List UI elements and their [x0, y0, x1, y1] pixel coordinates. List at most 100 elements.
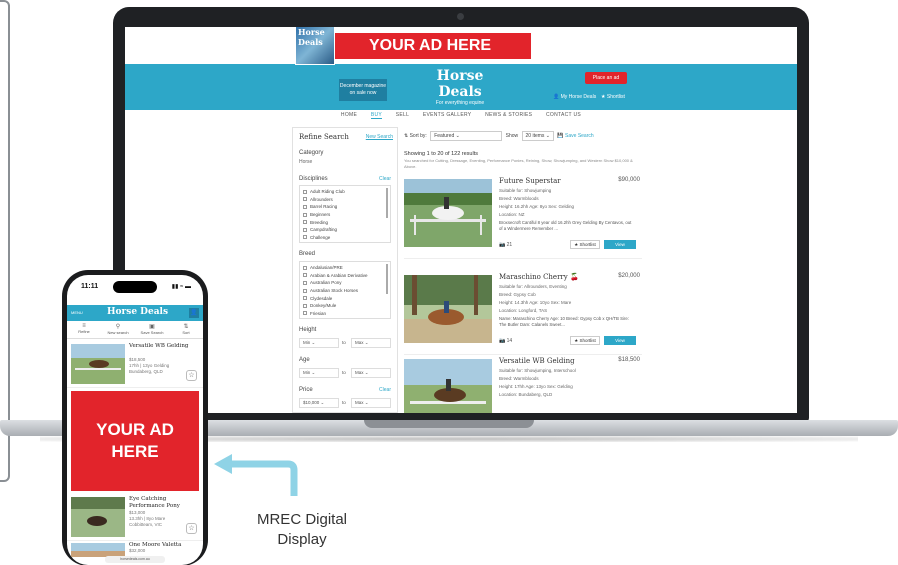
- height-range: Min ⌄ to Max ⌄: [299, 338, 393, 348]
- price-range: $10,000 ⌄ to Max ⌄: [299, 398, 393, 408]
- listing-description: Broxsecroft Cantiful 8 year old 16.2hh G…: [499, 220, 632, 231]
- height-min-value: Min: [303, 340, 311, 345]
- nav-home[interactable]: HOME: [341, 112, 357, 118]
- listing-stats: Height: 17hh Age: 13yo Sex: Gelding: [499, 384, 573, 389]
- discipline-checkbox[interactable]: Challenge: [303, 234, 387, 242]
- listing-photo[interactable]: [404, 179, 492, 247]
- sort-button[interactable]: ⇅ Sort: [169, 321, 203, 338]
- site-logo[interactable]: Horse Deals For everything equine: [415, 68, 505, 106]
- sort-value: Featured: [434, 133, 455, 139]
- mobile-listing[interactable]: Versatile WB Gelding $18,500 17hh | 13yo…: [67, 340, 203, 388]
- price-clear-link[interactable]: Clear: [379, 387, 391, 393]
- price-min-value: $10,000: [303, 400, 320, 405]
- magazine-banner[interactable]: December magazine on sale now: [339, 79, 387, 101]
- mobile-listing-price: $32,000: [129, 548, 146, 553]
- photo-count-value: 21: [506, 242, 513, 248]
- discipline-checkbox[interactable]: Allrounders: [303, 196, 387, 204]
- discipline-checkbox[interactable]: Breeding: [303, 218, 387, 226]
- my-horse-deals-link[interactable]: 👤 My Horse Deals: [553, 94, 596, 100]
- breed-label: Breed: [299, 251, 316, 257]
- listing-view-button[interactable]: View: [604, 240, 636, 249]
- breed-checkbox[interactable]: Australian Stock Horses: [303, 287, 387, 295]
- breed-checkbox[interactable]: Australian Pony: [303, 279, 387, 287]
- listing-shortlist-button[interactable]: ★ Shortlist: [570, 240, 600, 249]
- category-value[interactable]: Horse: [299, 159, 312, 165]
- sort-select[interactable]: Featured ⌄: [430, 131, 503, 141]
- disciplines-list[interactable]: Adult Riding Club Allrounders Barrel Rac…: [299, 185, 391, 243]
- url-bar[interactable]: horsedeals.com.au: [105, 556, 165, 563]
- mobile-listing-title[interactable]: Versatile WB Gelding: [129, 343, 189, 350]
- pointer-arrow-icon: [214, 454, 298, 496]
- listing-card[interactable]: Future Superstar $90,000 Suitable for: S…: [404, 173, 642, 259]
- height-min-select[interactable]: Min ⌄: [299, 338, 339, 348]
- nav-events-gallery[interactable]: EVENTS GALLERY: [423, 112, 472, 118]
- magazine-cover[interactable]: Horse Deals: [295, 27, 335, 65]
- price-min-select[interactable]: $10,000 ⌄: [299, 398, 339, 408]
- save-search-link[interactable]: 💾 Save Search: [557, 133, 593, 139]
- breed-checkbox[interactable]: Donkey/Mule: [303, 302, 387, 310]
- age-max-select[interactable]: Max ⌄: [351, 368, 391, 378]
- listing-title[interactable]: Maraschino Cherry 🍒: [499, 273, 579, 281]
- listing-card[interactable]: Versatile WB Gelding $18,500 Suitable fo…: [404, 353, 642, 413]
- shortlist-button-label: Shortlist: [579, 242, 596, 247]
- breed-list[interactable]: Andalusian/PRE Arabian & Arabian Derivat…: [299, 261, 391, 319]
- mobile-listing-photo[interactable]: [71, 344, 125, 384]
- nav-sell[interactable]: SELL: [396, 112, 409, 118]
- listing-photo[interactable]: [404, 359, 492, 413]
- logo-text: Horse Deals: [436, 68, 484, 100]
- nav-news-stories[interactable]: NEWS & STORIES: [485, 112, 532, 118]
- category-label: Category: [299, 150, 324, 156]
- sort-label: Sort by:: [409, 133, 427, 139]
- breed-checkbox[interactable]: Andalusian/PRE: [303, 264, 387, 272]
- mobile-toolbar: ≡ Refine ⚲ New search ▣ Save Search ⇅ Sort: [67, 321, 203, 339]
- sort-bar: ⇅ Sort by: Featured ⌄ Show 20 items ⌄ 💾 …: [404, 131, 604, 143]
- mobile-logo[interactable]: Horse Deals: [107, 307, 168, 317]
- nav-buy[interactable]: BUY: [370, 112, 383, 119]
- mrec-ad-slot[interactable]: YOUR AD HERE: [71, 391, 199, 491]
- star-icon[interactable]: ☆: [186, 370, 197, 381]
- disciplines-clear-link[interactable]: Clear: [379, 176, 391, 182]
- laptop: YOUR AD HERE Place an ad Horse Deals For…: [113, 7, 809, 422]
- listing-view-button[interactable]: View: [604, 336, 636, 345]
- price-max-select[interactable]: Max ⌄: [351, 398, 391, 408]
- discipline-checkbox[interactable]: Campdrafting: [303, 226, 387, 234]
- listing-price: $90,000: [618, 177, 640, 183]
- refine-button[interactable]: ≡ Refine: [67, 321, 101, 338]
- user-icon[interactable]: 👤: [189, 308, 199, 318]
- height-max-select[interactable]: Max ⌄: [351, 338, 391, 348]
- listing-suitable: Suitable for: Showjumping, Interschool: [499, 368, 576, 373]
- discipline-checkbox[interactable]: Barrel Racing: [303, 203, 387, 211]
- refine-search-panel: Refine Search New Search Category Horse …: [292, 127, 398, 413]
- listing-shortlist-button[interactable]: ★ Shortlist: [570, 336, 600, 345]
- discipline-label: Allrounders: [310, 196, 333, 202]
- mobile-listing-photo[interactable]: [71, 543, 125, 557]
- refine-search-title: Refine Search: [299, 133, 349, 141]
- breed-checkbox[interactable]: Friesian: [303, 310, 387, 318]
- top-ad-banner[interactable]: YOUR AD HERE: [329, 33, 531, 59]
- listing-location: Location: Longford, TAS: [499, 308, 548, 313]
- new-search-button[interactable]: ⚲ New search: [101, 321, 135, 338]
- new-search-link[interactable]: New Search: [366, 134, 393, 140]
- star-icon[interactable]: ☆: [186, 523, 197, 534]
- listing-title[interactable]: Future Superstar: [499, 177, 561, 185]
- disciplines-scrollbar[interactable]: [386, 188, 388, 218]
- show-select[interactable]: 20 items ⌄: [521, 131, 555, 141]
- mobile-header: MENU Horse Deals 👤: [67, 305, 203, 321]
- place-ad-button[interactable]: Place an ad: [585, 72, 627, 84]
- save-search-button[interactable]: ▣ Save Search: [135, 321, 169, 338]
- breed-checkbox[interactable]: Arabian & Arabian Derivative: [303, 272, 387, 280]
- menu-button[interactable]: MENU: [71, 310, 83, 315]
- breed-scrollbar[interactable]: [386, 264, 388, 294]
- discipline-checkbox[interactable]: Adult Riding Club: [303, 188, 387, 196]
- listing-photo[interactable]: [404, 275, 492, 343]
- breed-checkbox[interactable]: Clydesdale: [303, 294, 387, 302]
- nav-contact-us[interactable]: CONTACT US: [546, 112, 581, 118]
- mobile-listing-title[interactable]: Eye Catching Performance Pony: [129, 496, 189, 509]
- listing-title[interactable]: Versatile WB Gelding: [499, 357, 575, 365]
- mobile-listing[interactable]: Eye Catching Performance Pony $13,000 13…: [67, 493, 203, 541]
- age-min-select[interactable]: Min ⌄: [299, 368, 339, 378]
- listing-card[interactable]: Maraschino Cherry 🍒 $20,000 Suitable for…: [404, 269, 642, 355]
- shortlist-link[interactable]: ★ Shortlist: [601, 94, 625, 100]
- mobile-listing-photo[interactable]: [71, 497, 125, 537]
- discipline-checkbox[interactable]: Beginners: [303, 211, 387, 219]
